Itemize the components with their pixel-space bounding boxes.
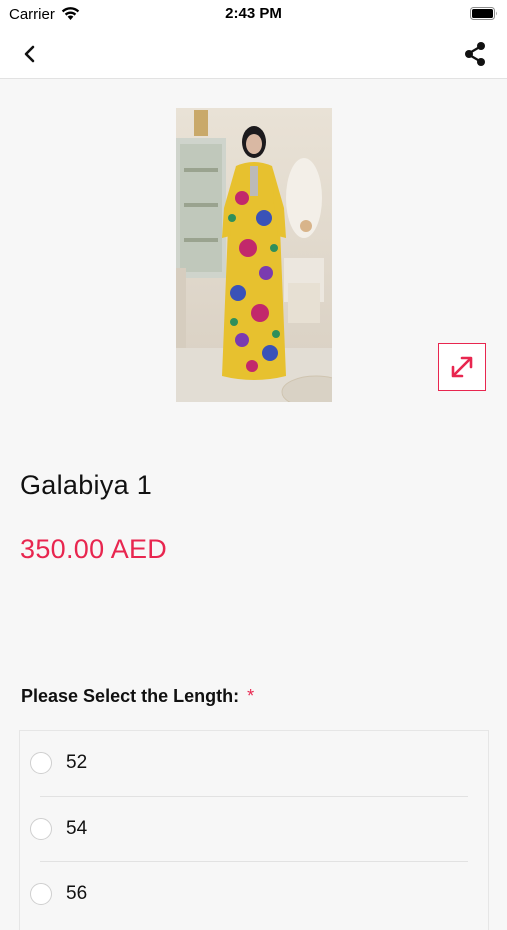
length-label-text: Please Select the Length: <box>21 686 240 706</box>
length-selector-label: Please Select the Length: * <box>21 686 254 707</box>
status-bar: Carrier 2:43 PM <box>0 0 507 28</box>
expand-image-button[interactable] <box>438 343 486 391</box>
option-label: 56 <box>66 883 88 904</box>
radio-button[interactable] <box>30 818 52 840</box>
nav-bar <box>0 28 507 79</box>
length-option-54[interactable]: 54 <box>20 797 488 862</box>
radio-button[interactable] <box>30 883 52 905</box>
option-label: 52 <box>66 752 88 773</box>
back-button[interactable] <box>14 38 46 70</box>
share-icon[interactable] <box>459 38 491 70</box>
radio-button[interactable] <box>30 752 52 774</box>
product-image[interactable] <box>176 108 332 402</box>
expand-arrows-icon <box>451 356 473 378</box>
product-title: Galabiya 1 <box>20 470 153 500</box>
length-option-56[interactable]: 56 <box>20 862 488 927</box>
product-price: 350.00 AED <box>20 534 168 564</box>
length-option-52[interactable]: 52 <box>20 731 488 796</box>
required-mark: * <box>247 686 255 706</box>
battery-icon <box>470 7 497 20</box>
option-label: 54 <box>66 818 88 839</box>
length-options-list: 52 54 56 <box>19 730 489 930</box>
galabiya-dress-photo <box>176 108 332 402</box>
status-time: 2:43 PM <box>225 5 282 22</box>
